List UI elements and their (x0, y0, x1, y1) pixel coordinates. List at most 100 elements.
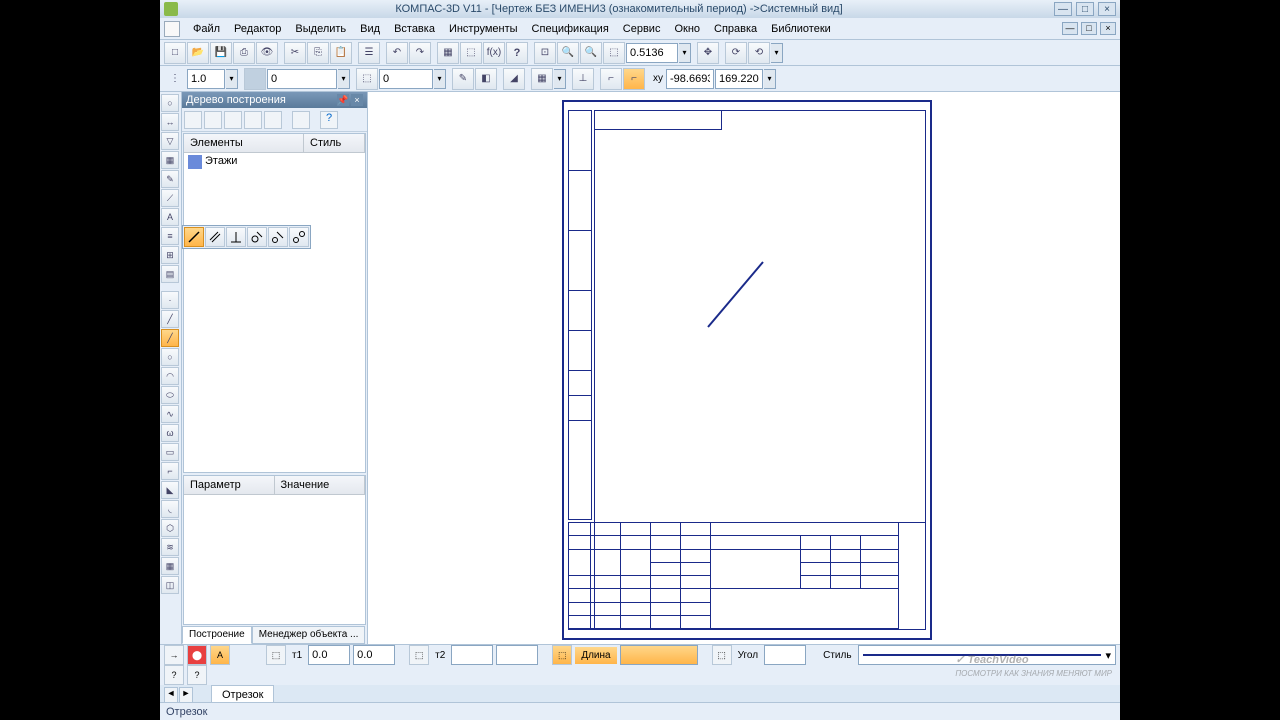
tree-row[interactable]: Этажи (184, 153, 365, 171)
aux-line-icon[interactable]: ╱ (161, 310, 179, 328)
open-icon[interactable]: 📂 (187, 42, 209, 64)
panel-tool2-icon[interactable] (204, 111, 222, 129)
menu-service[interactable]: Сервис (616, 21, 668, 37)
zoom-value-input[interactable] (626, 43, 678, 63)
panel-tool1-icon[interactable] (184, 111, 202, 129)
doc-close-button[interactable]: × (1100, 22, 1116, 35)
coord-dd[interactable]: ▾ (764, 69, 776, 89)
zoom-dropdown[interactable]: ▾ (679, 43, 691, 63)
menu-select[interactable]: Выделить (288, 21, 353, 37)
fillet-tool-icon[interactable]: ◟ (161, 500, 179, 518)
snap3-icon[interactable]: ⌐ (623, 68, 645, 90)
ellipse-tool-icon[interactable]: ⬭ (161, 386, 179, 404)
tab-prev-icon[interactable]: ◄ (164, 687, 178, 703)
tree-col-elements[interactable]: Элементы (184, 134, 304, 152)
wand-icon[interactable]: ✎ (452, 68, 474, 90)
zoom-window-icon[interactable]: ⬚ (603, 42, 625, 64)
params-col-value[interactable]: Значение (275, 476, 366, 494)
menu-edit[interactable]: Редактор (227, 21, 288, 37)
chamfer-tool-icon[interactable]: ◣ (161, 481, 179, 499)
prop-length-lock-icon[interactable]: ⬚ (552, 645, 572, 665)
segment-tool-icon[interactable]: ╱ (161, 329, 179, 347)
grid-icon[interactable]: ▦ (437, 42, 459, 64)
prop-angle-lock-icon[interactable]: ⬚ (712, 645, 732, 665)
segment-parallel-icon[interactable] (205, 227, 225, 247)
drawing-canvas[interactable] (368, 92, 1120, 644)
prop-auto-icon[interactable]: A (210, 645, 230, 665)
new-icon[interactable]: □ (164, 42, 186, 64)
shaft-tool-icon[interactable]: ◫ (161, 576, 179, 594)
prop-help2-icon[interactable]: ? (187, 665, 207, 685)
circle-tool-icon[interactable]: ○ (161, 348, 179, 366)
segment-tangent2-icon[interactable] (268, 227, 288, 247)
zoom-fit-icon[interactable]: ⊡ (534, 42, 556, 64)
coord-x-input[interactable] (666, 69, 714, 89)
menu-view[interactable]: Вид (353, 21, 387, 37)
prop-t2-y-input[interactable] (496, 645, 538, 665)
snap2-icon[interactable]: ⌐ (600, 68, 622, 90)
layer-dropdown[interactable]: ▾ (338, 69, 350, 89)
polyline-tool-icon[interactable]: ⌐ (161, 462, 179, 480)
edit-icon[interactable]: ✎ (161, 170, 179, 188)
tree-col-style[interactable]: Стиль (304, 134, 365, 152)
measure-icon[interactable]: ⟋ (161, 189, 179, 207)
grid-dd[interactable]: ▾ (554, 69, 566, 89)
panel-tool5-icon[interactable] (264, 111, 282, 129)
layers-icon[interactable]: ⬚ (460, 42, 482, 64)
menu-window[interactable]: Окно (667, 21, 707, 37)
fx-icon[interactable]: f(x) (483, 42, 505, 64)
dimensions-icon[interactable]: ↔ (161, 113, 179, 131)
toolbar-overflow[interactable]: ▾ (771, 43, 783, 63)
panel-pin-icon[interactable]: 📌 (337, 94, 349, 106)
collect-tool-icon[interactable]: ▦ (161, 557, 179, 575)
close-button[interactable]: × (1098, 2, 1116, 16)
redraw-icon[interactable]: ⟲ (748, 42, 770, 64)
tab-next-icon[interactable]: ► (179, 687, 193, 703)
prop-t1-lock-icon[interactable]: ⬚ (266, 645, 286, 665)
tab-build[interactable]: Построение (182, 626, 252, 644)
panel-close-icon[interactable]: × (351, 94, 363, 106)
refresh-icon[interactable]: ⟳ (725, 42, 747, 64)
polygon-tool-icon[interactable]: ⬡ (161, 519, 179, 537)
doc-maximize-button[interactable]: □ (1081, 22, 1097, 35)
prop-t2-lock-icon[interactable]: ⬚ (409, 645, 429, 665)
segment-2tangent-icon[interactable] (289, 227, 309, 247)
tab-manager[interactable]: Менеджер объекта ... (252, 626, 366, 644)
coord-y-input[interactable] (715, 69, 763, 89)
symbols-icon[interactable]: ▽ (161, 132, 179, 150)
prop-t1-y-input[interactable] (353, 645, 395, 665)
report-icon[interactable]: ▤ (161, 265, 179, 283)
view-input[interactable] (379, 69, 433, 89)
panel-help-icon[interactable]: ? (320, 111, 338, 129)
preview-icon[interactable]: 👁 (256, 42, 278, 64)
maximize-button[interactable]: □ (1076, 2, 1094, 16)
bezier-tool-icon[interactable]: ω (161, 424, 179, 442)
prop-t2-x-input[interactable] (451, 645, 493, 665)
menu-insert[interactable]: Вставка (387, 21, 442, 37)
copy-icon[interactable]: ⎘ (307, 42, 329, 64)
params-col-param[interactable]: Параметр (184, 476, 275, 494)
prop-t1-x-input[interactable] (308, 645, 350, 665)
hatch-icon[interactable]: ▦ (161, 151, 179, 169)
menu-file[interactable]: Файл (186, 21, 227, 37)
snap-icon[interactable]: ◢ (503, 68, 525, 90)
segment-perp-icon[interactable] (226, 227, 246, 247)
minimize-button[interactable]: — (1054, 2, 1072, 16)
prop-stop-icon[interactable]: ⬤ (187, 645, 207, 665)
print-icon[interactable]: ⎙ (233, 42, 255, 64)
save-icon[interactable]: 💾 (210, 42, 232, 64)
panel-delete-icon[interactable] (244, 111, 262, 129)
grid-toggle-icon[interactable]: ▦ (531, 68, 553, 90)
prop-arrow-icon[interactable]: → (164, 645, 184, 665)
panel-tool3-icon[interactable] (224, 111, 242, 129)
cut-icon[interactable]: ✂ (284, 42, 306, 64)
toolbar-handle[interactable]: ⋮ (164, 68, 186, 90)
pan-icon[interactable]: ✥ (697, 42, 719, 64)
doc-minimize-button[interactable]: — (1062, 22, 1078, 35)
arc-tool-icon[interactable]: ◠ (161, 367, 179, 385)
redo-icon[interactable]: ↷ (409, 42, 431, 64)
scale-dropdown[interactable]: ▾ (226, 69, 238, 89)
view-icon[interactable]: ⬚ (356, 68, 378, 90)
prop-help1-icon[interactable]: ? (164, 665, 184, 685)
paste-icon[interactable]: 📋 (330, 42, 352, 64)
